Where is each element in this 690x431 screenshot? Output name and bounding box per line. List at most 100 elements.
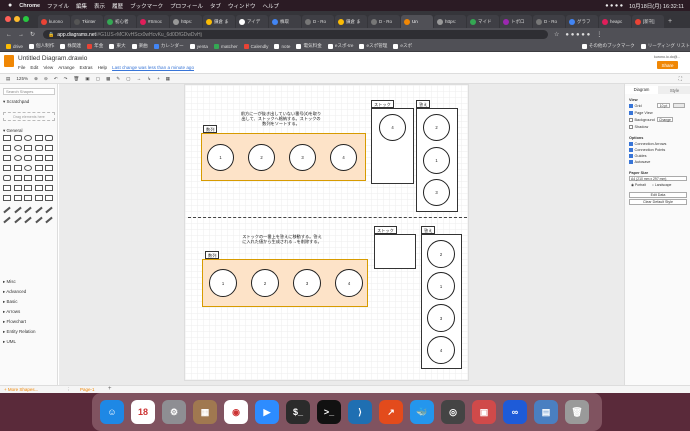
shape-ellipse-icon[interactable]	[24, 165, 32, 171]
to-back-icon[interactable]: ▢	[96, 76, 100, 82]
shape-section-header[interactable]: ▸ Basic	[3, 299, 18, 305]
connection-arrows-checkbox[interactable]: Connection Arrows	[629, 142, 666, 146]
browser-tab[interactable]: https:	[434, 15, 466, 28]
top-answer-node-3[interactable]: 3	[423, 179, 450, 206]
zoom-out-icon[interactable]: ⊖	[44, 76, 48, 82]
browser-tab[interactable]: D - Ro	[302, 15, 334, 28]
dock-app-icon[interactable]: 🐳	[410, 400, 434, 424]
top-description[interactable]: 前方に一が抜き出していない番号(4)を取り出して、ストックへ格納する。ストックの…	[240, 111, 322, 126]
undo-icon[interactable]: ↶	[54, 76, 58, 82]
browser-tab[interactable]: Un	[401, 15, 433, 28]
shape-rect-icon[interactable]	[45, 195, 53, 201]
shadow-checkbox[interactable]: Shadow	[629, 125, 648, 129]
dock-app-icon[interactable]: ◉	[224, 400, 248, 424]
zoom-window-icon[interactable]	[23, 16, 29, 22]
menubar-clock[interactable]: 10月18日(月) 16:32:11	[629, 2, 684, 10]
shape-line-icon[interactable]	[34, 216, 43, 224]
page-view-checkbox[interactable]: Page View	[629, 111, 653, 115]
to-front-icon[interactable]: ▣	[85, 76, 89, 82]
shape-rect-icon[interactable]	[13, 195, 22, 201]
fullscreen-icon[interactable]: ⛶	[679, 76, 682, 81]
bookmark-item[interactable]: eスポ-tre	[327, 43, 353, 49]
browser-tab[interactable]: heapc	[599, 15, 631, 28]
shape-rect-icon[interactable]	[34, 185, 43, 191]
shape-rect-icon[interactable]	[3, 135, 11, 141]
menubar-item-bookmarks[interactable]: ブックマーク	[130, 2, 163, 10]
paper-size-select[interactable]: A4 (210 mm x 297 mm)	[629, 176, 687, 181]
shape-line-icon[interactable]	[13, 216, 22, 224]
shape-round-icon[interactable]	[34, 145, 43, 151]
shape-rect-icon[interactable]	[3, 185, 11, 191]
change-background-button[interactable]: Change	[657, 117, 673, 122]
zoom-level[interactable]: 125%	[16, 76, 28, 81]
bookmark-item[interactable]: Calendly	[243, 43, 268, 49]
dock-app-icon[interactable]: ▤	[534, 400, 558, 424]
bottom-answer-node-2[interactable]: 2	[427, 240, 455, 268]
menubar-item-window[interactable]: ウィンドウ	[228, 2, 256, 10]
diagram-canvas[interactable]: 前方に一が抜き出していない番号(4)を取り出して、ストックへ格納する。ストックの…	[59, 84, 624, 385]
minimize-window-icon[interactable]	[14, 16, 20, 22]
insert-icon[interactable]: +	[157, 76, 160, 81]
clear-default-style-button[interactable]: Clear Default Style	[629, 199, 687, 205]
shape-line-icon[interactable]	[13, 206, 22, 214]
bookmark-item[interactable]: 年金	[87, 43, 103, 49]
dock-app-icon[interactable]: ▶	[255, 400, 279, 424]
user-email[interactable]: kurono.io.do@...	[654, 55, 680, 59]
dock-app-icon[interactable]: ▣	[472, 400, 496, 424]
menubar-item-profile[interactable]: プロフィール	[170, 2, 203, 10]
shape-ellipse-icon[interactable]	[24, 135, 32, 141]
shape-rect-icon[interactable]	[3, 195, 11, 201]
bookmark-item[interactable]: drive	[6, 43, 23, 49]
section-divider[interactable]	[188, 217, 467, 218]
shape-rect-icon[interactable]	[3, 165, 11, 171]
dock-app-icon[interactable]: ◎	[441, 400, 465, 424]
bottom-stock-label[interactable]: ストック	[374, 226, 397, 234]
top-answer-node-1[interactable]: 1	[423, 147, 450, 174]
status-icons[interactable]: ● ● ● ●	[605, 3, 623, 9]
diagram-page[interactable]: 前方に一が抜き出していない番号(4)を取り出して、ストックへ格納する。ストックの…	[184, 84, 469, 381]
bookmark-item[interactable]: 東大	[109, 43, 126, 49]
bottom-array-label[interactable]: 数列	[205, 251, 220, 259]
menubar-app-name[interactable]: Chrome	[19, 3, 40, 9]
dock-app-icon[interactable]: 🗑	[565, 400, 589, 424]
browser-tab[interactable]: 鎌倉 ま	[203, 15, 235, 28]
shape-section-header[interactable]: ▸ Flowchart	[3, 319, 26, 325]
shape-rect-icon[interactable]	[24, 195, 32, 201]
menubar-item-edit[interactable]: 編集	[76, 2, 87, 10]
bookmark-item[interactable]: 電気料金	[296, 43, 322, 49]
menu-extras[interactable]: Extras	[80, 65, 93, 70]
shadow-icon[interactable]: ▢	[126, 76, 130, 82]
shape-rect-icon[interactable]	[24, 145, 32, 151]
dock-app-icon[interactable]: >_	[317, 400, 341, 424]
bottom-array-node-3[interactable]: 3	[293, 269, 321, 297]
top-array-node-2[interactable]: 2	[248, 144, 275, 171]
browser-tab[interactable]: https:	[170, 15, 202, 28]
dock-app-icon[interactable]: 18	[131, 400, 155, 424]
delete-icon[interactable]: 🗑	[74, 76, 80, 82]
dock-app-icon[interactable]: ▦	[193, 400, 217, 424]
dock-app-icon[interactable]: ∞	[503, 400, 527, 424]
shape-rect-icon[interactable]	[34, 155, 43, 161]
shape-rect-icon[interactable]	[24, 175, 32, 181]
dock-app-icon[interactable]: ☺	[100, 400, 124, 424]
add-page-icon[interactable]: +	[108, 386, 112, 392]
close-window-icon[interactable]	[5, 16, 11, 22]
extensions-icon[interactable]: ● ● ● ● ●	[565, 32, 590, 38]
browser-tab[interactable]: D - Ro	[533, 15, 565, 28]
menu-file[interactable]: File	[18, 65, 25, 70]
shape-round-icon[interactable]	[45, 135, 53, 141]
redo-icon[interactable]: ↷	[64, 76, 68, 82]
shape-section-header[interactable]: ▸ Entity Relation	[3, 329, 36, 335]
scratchpad-dropzone[interactable]: Drag elements here	[3, 112, 55, 121]
browser-tab[interactable]: 株取	[269, 15, 301, 28]
page-tab-page-1[interactable]: Page-1	[80, 387, 95, 392]
bookmark-item[interactable]: eスポ	[393, 43, 412, 49]
shape-rect-icon[interactable]	[45, 155, 53, 161]
bookmark-item[interactable]: リーディング リスト	[640, 43, 690, 49]
edit-data-button[interactable]: Edit Data	[629, 192, 687, 198]
dock-app-icon[interactable]: ⟩	[348, 400, 372, 424]
more-shapes-link[interactable]: + More Shapes...	[4, 387, 38, 392]
shape-ellipse-icon[interactable]	[13, 145, 22, 151]
bottom-array-node-2[interactable]: 2	[251, 269, 279, 297]
grid-color-swatch[interactable]	[673, 103, 685, 108]
